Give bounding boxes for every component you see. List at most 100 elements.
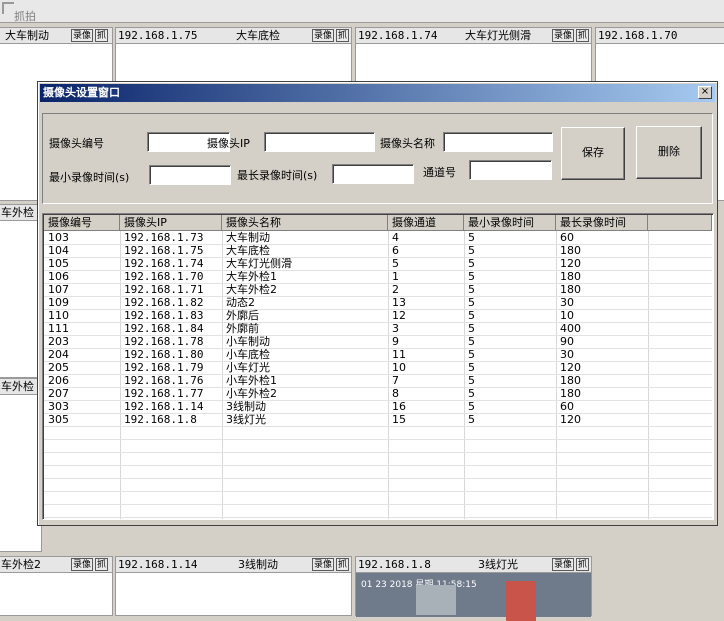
cell-camera-name: 动态2 <box>226 296 255 309</box>
table-row[interactable]: 111 192.168.1.84 外廓前 3 5 400 <box>44 322 712 335</box>
video-feed: 01 23 2018 星期 11:58:15 <box>356 573 591 621</box>
camera-cell[interactable]: 车外检2 录像 抓 <box>0 556 113 616</box>
table-row[interactable]: 109 192.168.1.82 动态2 13 5 30 <box>44 296 712 309</box>
snapshot-button[interactable]: 抓 <box>95 29 108 42</box>
record-button[interactable]: 录像 <box>71 558 93 571</box>
grid-line <box>44 361 712 362</box>
save-button[interactable]: 保存 <box>561 127 625 180</box>
cell-camera-id: 109 <box>48 296 69 309</box>
table-row[interactable]: 206 192.168.1.76 小车外检1 7 5 180 <box>44 374 712 387</box>
grid-line <box>44 387 712 388</box>
table-row[interactable]: 303 192.168.1.14 3线制动 16 5 60 <box>44 400 712 413</box>
cell-camera-ip: 192.168.1.70 <box>598 29 678 42</box>
record-button[interactable]: 录像 <box>71 29 93 42</box>
table-row[interactable]: 105 192.168.1.74 大车灯光侧滑 5 5 120 <box>44 257 712 270</box>
record-button[interactable]: 录像 <box>552 558 574 571</box>
cell-min-record: 5 <box>468 387 475 400</box>
cell-camera-id: 106 <box>48 270 69 283</box>
cell-header: 车外检2 录像 抓 <box>0 557 112 573</box>
cell-camera-ip: 192.168.1.77 <box>124 387 204 400</box>
video-content <box>416 585 456 615</box>
grab-button[interactable]: 抓拍 <box>14 8 36 24</box>
cell-camera-name: 大车灯光侧滑 <box>465 29 531 42</box>
cell-camera-ip: 192.168.1.82 <box>124 296 204 309</box>
cell-min-record: 5 <box>468 283 475 296</box>
col-header-max-record[interactable]: 最长录像时间 <box>556 215 648 231</box>
table-row[interactable]: 207 192.168.1.77 小车外检2 8 5 180 <box>44 387 712 400</box>
table-row[interactable]: 104 192.168.1.75 大车底检 6 5 180 <box>44 244 712 257</box>
camera-table[interactable]: 摄像编号 摄像头IP 摄像头名称 摄像通道 最小录像时间 最长录像时间 103 1… <box>42 213 714 520</box>
camera-name-input[interactable] <box>443 132 553 152</box>
record-button[interactable]: 录像 <box>552 29 574 42</box>
col-header-min-record[interactable]: 最小录像时间 <box>464 215 556 231</box>
cell-camera-ip: 192.168.1.73 <box>124 231 204 244</box>
cell-camera-id: 111 <box>48 322 69 335</box>
cell-camera-id: 103 <box>48 231 69 244</box>
snapshot-button[interactable]: 抓 <box>95 558 108 571</box>
grid-line <box>44 426 712 427</box>
camera-ip-input[interactable] <box>264 132 375 152</box>
col-header-channel[interactable]: 摄像通道 <box>388 215 464 231</box>
cell-channel: 16 <box>392 400 406 413</box>
cell-camera-id: 204 <box>48 348 69 361</box>
cell-camera-name: 外廓前 <box>226 322 259 335</box>
cell-camera-name: 车外检 <box>1 380 34 393</box>
cell-camera-ip: 192.168.1.14 <box>124 400 204 413</box>
cell-camera-name: 外廓后 <box>226 309 259 322</box>
table-row[interactable]: 110 192.168.1.83 外廓后 12 5 10 <box>44 309 712 322</box>
cell-channel: 6 <box>392 244 399 257</box>
min-record-time-label: 最小录像时间(s) <box>49 171 130 184</box>
cell-camera-ip: 192.168.1.84 <box>124 322 204 335</box>
channel-input[interactable] <box>469 160 552 180</box>
record-button[interactable]: 录像 <box>312 29 334 42</box>
cell-header: 大车制动 录像 抓 <box>0 28 112 44</box>
table-row[interactable]: 305 192.168.1.8 3线灯光 15 5 120 <box>44 413 712 426</box>
max-record-time-label: 最长录像时间(s) <box>237 169 318 182</box>
snapshot-button[interactable]: 抓 <box>576 558 589 571</box>
camera-cell[interactable]: 192.168.1.14 3线制动 录像 抓 <box>115 556 352 616</box>
col-header-camera-name[interactable]: 摄像头名称 <box>222 215 388 231</box>
col-header-camera-ip[interactable]: 摄像头IP <box>120 215 222 231</box>
cell-min-record: 5 <box>468 335 475 348</box>
table-row[interactable]: 103 192.168.1.73 大车制动 4 5 60 <box>44 231 712 244</box>
cell-max-record: 180 <box>560 270 581 283</box>
dialog-title: 摄像头设置窗口 <box>43 86 120 99</box>
cell-max-record: 60 <box>560 400 574 413</box>
cell-camera-name: 大车外检1 <box>226 270 277 283</box>
close-icon[interactable]: × <box>698 86 712 99</box>
min-record-time-input[interactable] <box>149 165 231 185</box>
camera-cell[interactable]: 车外检 <box>0 378 42 552</box>
snapshot-button[interactable]: 抓 <box>576 29 589 42</box>
cell-channel: 1 <box>392 270 399 283</box>
table-row[interactable]: 204 192.168.1.80 小车底检 11 5 30 <box>44 348 712 361</box>
cell-camera-id: 206 <box>48 374 69 387</box>
table-row[interactable]: 106 192.168.1.70 大车外检1 1 5 180 <box>44 270 712 283</box>
cell-camera-ip: 192.168.1.71 <box>124 283 204 296</box>
dialog-titlebar[interactable]: 摄像头设置窗口 × <box>40 84 715 102</box>
cell-min-record: 5 <box>468 413 475 426</box>
cell-camera-name: 大车制动 <box>226 231 270 244</box>
cell-min-record: 5 <box>468 296 475 309</box>
max-record-time-input[interactable] <box>332 164 414 184</box>
camera-cell[interactable]: 192.168.1.8 3线灯光 录像 抓 01 23 2018 星期 11:5… <box>355 556 592 621</box>
delete-button[interactable]: 删除 <box>636 126 702 179</box>
grid-line <box>44 517 712 518</box>
snapshot-button[interactable]: 抓 <box>336 29 349 42</box>
cell-max-record: 90 <box>560 335 574 348</box>
table-row[interactable]: 205 192.168.1.79 小车灯光 10 5 120 <box>44 361 712 374</box>
grid-line <box>44 257 712 258</box>
cell-camera-ip: 192.168.1.83 <box>124 309 204 322</box>
cell-camera-name: 3线制动 <box>226 400 266 413</box>
cell-camera-ip: 192.168.1.74 <box>124 257 204 270</box>
snapshot-button[interactable]: 抓 <box>336 558 349 571</box>
camera-cell[interactable]: 车外检 <box>0 204 42 378</box>
cell-max-record: 120 <box>560 257 581 270</box>
table-row[interactable]: 107 192.168.1.71 大车外检2 2 5 180 <box>44 283 712 296</box>
grid-line <box>44 309 712 310</box>
col-header-camera-id[interactable]: 摄像编号 <box>44 215 120 231</box>
cell-max-record: 180 <box>560 387 581 400</box>
table-row[interactable]: 203 192.168.1.78 小车制动 9 5 90 <box>44 335 712 348</box>
cell-camera-ip: 192.168.1.14 <box>118 558 198 571</box>
record-button[interactable]: 录像 <box>312 558 334 571</box>
cell-camera-name: 3线灯光 <box>478 558 518 571</box>
